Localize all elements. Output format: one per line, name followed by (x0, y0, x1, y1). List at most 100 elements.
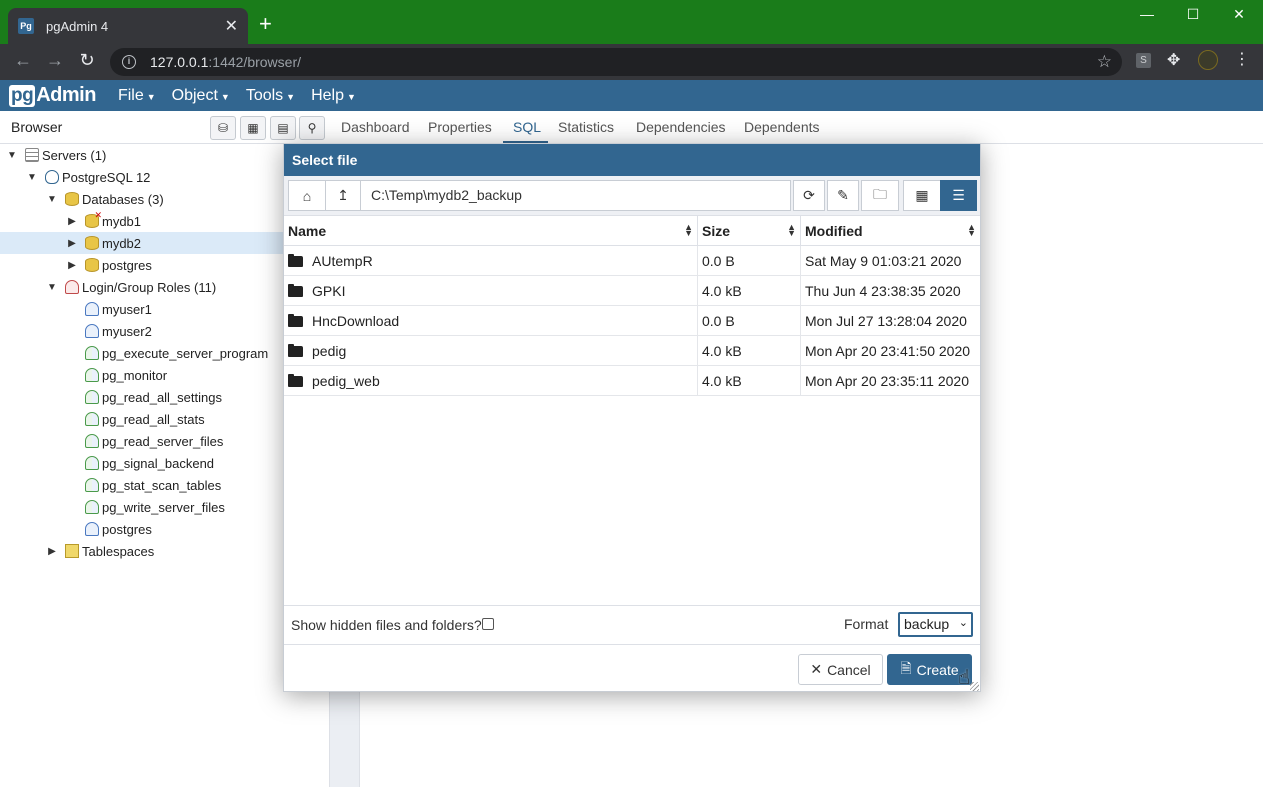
browser-tab[interactable]: Pg pgAdmin 4 ✕ (8, 8, 248, 44)
current-path-input[interactable]: C:\Temp\mydb2_backup (360, 180, 791, 211)
tree-item-mydb1[interactable]: ▶ mydb1 (0, 210, 330, 232)
new-folder-icon[interactable]: 🗀 (861, 180, 899, 211)
file-name: AUtempR (312, 253, 373, 269)
login-role-icon (85, 522, 99, 536)
tree-item-pg-execute-server-program[interactable]: pg_execute_server_program (0, 342, 330, 364)
tree-item-pg-stat-scan-tables[interactable]: pg_stat_scan_tables (0, 474, 330, 496)
grid-view-icon[interactable]: ▦ (903, 180, 941, 211)
bookmark-star-icon[interactable]: ☆ (1097, 52, 1112, 72)
chevron-down-icon[interactable]: ▼ (6, 150, 18, 161)
tab-properties[interactable]: Properties (428, 119, 492, 135)
select-file-dialog: Select file ⌂ ↥ C:\Temp\mydb2_backup ⟳ ✎… (283, 143, 981, 692)
browser-panel-title: Browser (11, 119, 63, 135)
dialog-actions: ✕ Cancel 🗎 Create (284, 644, 980, 692)
tree-item-myuser2[interactable]: myuser2 (0, 320, 330, 342)
chevron-right-icon[interactable]: ▶ (66, 216, 78, 227)
site-info-icon[interactable]: i (122, 55, 136, 69)
profile-avatar[interactable] (1198, 50, 1218, 70)
login-role-icon (85, 324, 99, 338)
home-icon[interactable]: ⌂ (288, 180, 326, 211)
chevron-right-icon[interactable]: ▶ (46, 546, 58, 557)
minimize-icon[interactable]: — (1124, 6, 1170, 22)
login-role-icon (85, 302, 99, 316)
file-row[interactable]: pedig_web 4.0 kB Mon Apr 20 23:35:11 202… (284, 366, 980, 396)
tree-item-pg-read-server-files[interactable]: pg_read_server_files (0, 430, 330, 452)
main-tabs: Dashboard Properties SQL Statistics Depe… (330, 111, 1263, 144)
file-modified: Mon Apr 20 23:41:50 2020 (805, 343, 971, 359)
chevron-down-icon[interactable]: ▼ (26, 172, 38, 183)
back-icon[interactable]: ← (11, 50, 35, 71)
show-hidden-checkbox[interactable] (482, 618, 494, 630)
search-objects-icon[interactable]: ⚲ (299, 116, 325, 140)
forward-icon[interactable]: → (43, 50, 67, 71)
window-close-icon[interactable]: ✕ (1216, 6, 1262, 23)
tab-close-icon[interactable]: ✕ (225, 16, 238, 36)
menu-help[interactable]: Help ▼ (311, 87, 356, 105)
pgadmin-logo: pg Admin (9, 84, 96, 107)
column-name[interactable]: Name ▲ ▼ (284, 216, 698, 246)
chevron-right-icon[interactable]: ▶ (66, 260, 78, 271)
view-data-icon[interactable]: ▦ (240, 116, 266, 140)
chevron-down-icon: ▼ (347, 91, 356, 102)
dialog-title[interactable]: Select file (284, 144, 980, 176)
menu-tools[interactable]: Tools ▼ (246, 87, 295, 105)
chevron-down-icon: ▼ (146, 91, 156, 102)
file-size: 4.0 kB (698, 366, 801, 396)
folder-icon (288, 314, 303, 327)
tree-item-pg-write-server-files[interactable]: pg_write_server_files (0, 496, 330, 518)
address-bar[interactable]: i 127.0.0.1:1442/browser/ ☆ (110, 48, 1122, 76)
browser-panel-header: Browser ⛁ ▦ ▤ ⚲ (0, 111, 330, 144)
database-icon (85, 258, 99, 272)
column-size[interactable]: Size ▲ ▼ (698, 216, 801, 246)
tree-item-mydb2[interactable]: ▶ mydb2 (0, 232, 330, 254)
tree-item-postgres-role[interactable]: postgres (0, 518, 330, 540)
chevron-down-icon[interactable]: ▼ (46, 282, 58, 293)
file-row[interactable]: HncDownload 0.0 B Mon Jul 27 13:28:04 20… (284, 306, 980, 336)
tree-item-pg-read-all-settings[interactable]: pg_read_all_settings (0, 386, 330, 408)
folder-icon (288, 374, 303, 387)
tree-item-tablespaces[interactable]: ▶ Tablespaces (0, 540, 330, 562)
tree-item-pg-signal-backend[interactable]: pg_signal_backend (0, 452, 330, 474)
extensions-puzzle-icon[interactable]: ✥ (1167, 50, 1180, 70)
cancel-button[interactable]: ✕ Cancel (798, 654, 883, 685)
tree-item-pg-read-all-stats[interactable]: pg_read_all_stats (0, 408, 330, 430)
tab-statistics[interactable]: Statistics (558, 119, 614, 135)
folder-icon (288, 344, 303, 357)
tree-item-myuser1[interactable]: myuser1 (0, 298, 330, 320)
tab-dependents[interactable]: Dependents (744, 119, 820, 135)
resize-grip-icon[interactable] (970, 682, 979, 691)
format-select[interactable]: backup ⌄ (898, 612, 973, 637)
new-tab-icon[interactable]: + (259, 13, 272, 35)
chrome-menu-icon[interactable]: ⋮ (1234, 49, 1250, 69)
tree-item-postgres-db[interactable]: ▶ postgres (0, 254, 330, 276)
maximize-icon[interactable]: ☐ (1170, 6, 1216, 23)
extension-s-icon[interactable]: S (1136, 53, 1151, 68)
refresh-icon[interactable]: ⟳ (793, 180, 825, 211)
filter-rows-icon[interactable]: ▤ (270, 116, 296, 140)
tree-item-pg-monitor[interactable]: pg_monitor (0, 364, 330, 386)
list-view-icon[interactable]: ☰ (940, 180, 977, 211)
hand-cursor-icon: ☝ (958, 667, 971, 689)
rename-icon[interactable]: ✎ (827, 180, 859, 211)
menu-file[interactable]: File ▼ (118, 87, 156, 105)
main-menu: File ▼ Object ▼ Tools ▼ Help ▼ (118, 87, 372, 105)
file-row[interactable]: AUtempR 0.0 B Sat May 9 01:03:21 2020 (284, 246, 980, 276)
sort-icon: ▲ ▼ (684, 222, 693, 238)
chevron-right-icon[interactable]: ▶ (66, 238, 78, 249)
tab-dependencies[interactable]: Dependencies (636, 119, 726, 135)
reload-icon[interactable]: ↻ (75, 50, 99, 71)
tree-item-postgresql-12[interactable]: ▼ PostgreSQL 12 (0, 166, 330, 188)
query-tool-icon[interactable]: ⛁ (210, 116, 236, 140)
file-row[interactable]: GPKI 4.0 kB Thu Jun 4 23:38:35 2020 (284, 276, 980, 306)
tab-sql[interactable]: SQL (513, 119, 541, 135)
menu-object[interactable]: Object ▼ (172, 87, 230, 105)
column-modified[interactable]: Modified ▲ ▼ (801, 216, 980, 246)
tree-item-databases[interactable]: ▼ Databases (3) (0, 188, 330, 210)
file-icon: 🗎 (900, 659, 912, 676)
level-up-icon[interactable]: ↥ (325, 180, 361, 211)
tree-item-servers[interactable]: ▼ Servers (1) (0, 144, 330, 166)
file-row[interactable]: pedig 4.0 kB Mon Apr 20 23:41:50 2020 (284, 336, 980, 366)
tab-dashboard[interactable]: Dashboard (341, 119, 410, 135)
chevron-down-icon[interactable]: ▼ (46, 194, 58, 205)
tree-item-login-roles[interactable]: ▼ Login/Group Roles (11) (0, 276, 330, 298)
